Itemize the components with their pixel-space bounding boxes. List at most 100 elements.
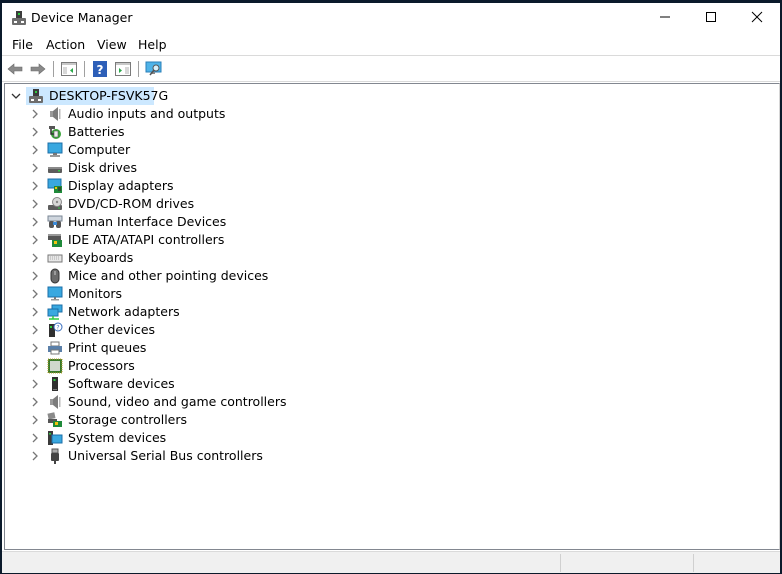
back-button[interactable] [6, 60, 24, 78]
tree-category-item[interactable]: Software devices [5, 375, 405, 393]
speaker-icon [50, 395, 61, 409]
title-bar[interactable]: Device Manager [2, 3, 780, 31]
hid-icon [47, 215, 63, 228]
scan-monitor-icon [145, 61, 162, 76]
tree-category-item[interactable]: Print queues [5, 339, 405, 357]
chevron-right-icon[interactable] [30, 325, 40, 335]
tree-category-item[interactable]: Monitors [5, 285, 405, 303]
menu-file[interactable]: File [12, 37, 33, 52]
help-button[interactable]: ? [91, 60, 109, 78]
tree-category-label: Print queues [68, 340, 147, 355]
maximize-icon [706, 12, 716, 22]
tree-category-item[interactable]: System devices [5, 429, 405, 447]
chevron-down-icon[interactable] [11, 91, 21, 101]
chevron-right-icon[interactable] [30, 109, 40, 119]
maximize-button[interactable] [688, 3, 734, 31]
tree-category-item[interactable]: Audio inputs and outputs [5, 105, 405, 123]
tree-category-label: Other devices [68, 322, 156, 337]
tree-category-item[interactable]: Human Interface Devices [5, 213, 405, 231]
usb-icon [51, 448, 59, 464]
device-tree[interactable]: DESKTOP-FSVK57G Audio inputs and outputs… [4, 83, 780, 550]
back-arrow-icon [7, 63, 23, 75]
tree-category-label: Storage controllers [68, 412, 188, 427]
mouse-icon [50, 268, 60, 284]
status-pane-3 [693, 554, 780, 572]
disk-drive-icon [48, 167, 62, 173]
chevron-right-icon[interactable] [30, 397, 40, 407]
tree-category-label: Disk drives [68, 160, 137, 175]
chevron-right-icon[interactable] [30, 253, 40, 263]
tree-category-label: Sound, video and game controllers [68, 394, 287, 409]
toolbar: ? [2, 57, 780, 82]
tree-category-item[interactable]: Storage controllers [5, 411, 405, 429]
tree-category-label: Batteries [68, 124, 125, 139]
chevron-right-icon[interactable] [30, 217, 40, 227]
menu-action[interactable]: Action [46, 37, 85, 52]
printer-icon [48, 341, 62, 355]
chevron-right-icon[interactable] [30, 163, 40, 173]
tree-category-item[interactable]: Mice and other pointing devices [5, 267, 405, 285]
storage-controller-icon [47, 412, 62, 427]
chevron-right-icon[interactable] [30, 127, 40, 137]
tree-root-node[interactable]: DESKTOP-FSVK57G [5, 87, 405, 105]
tree-category-item[interactable]: Universal Serial Bus controllers [5, 447, 405, 465]
tree-category-item[interactable]: Sound, video and game controllers [5, 393, 405, 411]
console-tree-icon [61, 62, 77, 76]
chevron-right-icon[interactable] [30, 307, 40, 317]
tree-category-label: Computer [68, 142, 131, 157]
action-pane-icon [115, 62, 131, 76]
tree-category-item[interactable]: Batteries [5, 123, 405, 141]
chevron-right-icon[interactable] [30, 415, 40, 425]
chevron-right-icon[interactable] [30, 289, 40, 299]
tree-category-label: DVD/CD-ROM drives [68, 196, 195, 211]
chevron-right-icon[interactable] [30, 271, 40, 281]
computer-tower-icon [29, 89, 43, 103]
tree-category-item[interactable]: IDE ATA/ATAPI controllers [5, 231, 405, 249]
chevron-right-icon[interactable] [30, 181, 40, 191]
tree-category-label: Processors [68, 358, 135, 373]
menu-view[interactable]: View [97, 37, 127, 52]
tree-category-item[interactable]: DVD/CD-ROM drives [5, 195, 405, 213]
tree-category-item[interactable]: Disk drives [5, 159, 405, 177]
scan-hardware-button[interactable] [145, 60, 163, 78]
close-icon [751, 11, 763, 23]
device-manager-window: Device Manager File Action View Help ? D… [2, 3, 780, 573]
toolbar-separator [53, 61, 54, 77]
tree-category-item[interactable]: Keyboards [5, 249, 405, 267]
system-devices-icon [48, 431, 63, 445]
chevron-right-icon[interactable] [30, 199, 40, 209]
tree-category-label: Audio inputs and outputs [68, 106, 226, 121]
chevron-right-icon[interactable] [30, 145, 40, 155]
tree-category-item[interactable]: Computer [5, 141, 405, 159]
speaker-icon [50, 107, 61, 121]
svg-text:?: ? [97, 63, 104, 77]
menu-help[interactable]: Help [138, 37, 167, 52]
chevron-right-icon[interactable] [30, 361, 40, 371]
tree-category-item[interactable]: Processors [5, 357, 405, 375]
tree-category-item[interactable]: Network adapters [5, 303, 405, 321]
processor-icon [47, 358, 63, 374]
unknown-device-icon: ? [49, 322, 63, 337]
forward-arrow-icon [30, 63, 46, 75]
tree-category-label: Human Interface Devices [68, 214, 227, 229]
minimize-button[interactable] [642, 3, 688, 31]
close-button[interactable] [734, 3, 780, 31]
device-manager-app-icon [12, 11, 26, 25]
show-hide-action-pane-button[interactable] [114, 60, 132, 78]
tree-category-label: Display adapters [68, 178, 174, 193]
keyboard-icon [47, 254, 63, 263]
root-node-label: DESKTOP-FSVK57G [49, 88, 169, 103]
minimize-icon [660, 16, 670, 18]
show-hide-console-tree-button[interactable] [60, 60, 78, 78]
chevron-right-icon[interactable] [30, 451, 40, 461]
forward-button[interactable] [29, 60, 47, 78]
tree-category-item[interactable]: ? Other devices [5, 321, 405, 339]
chevron-right-icon[interactable] [30, 235, 40, 245]
display-adapter-icon [47, 178, 62, 193]
chevron-right-icon[interactable] [30, 379, 40, 389]
tree-category-label: Mice and other pointing devices [68, 268, 269, 283]
tree-category-item[interactable]: Display adapters [5, 177, 405, 195]
chevron-right-icon[interactable] [30, 433, 40, 443]
chevron-right-icon[interactable] [30, 343, 40, 353]
network-adapter-icon [47, 304, 63, 320]
